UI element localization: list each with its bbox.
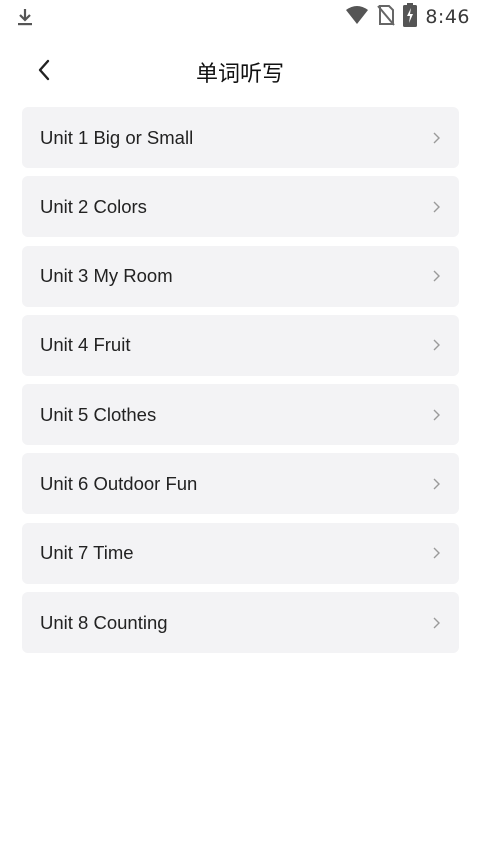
unit-label: Unit 1 Big or Small [40,126,194,148]
unit-item-6[interactable]: Unit 6 Outdoor Fun [22,453,459,515]
chevron-right-icon [433,270,440,282]
header: 单词听写 [0,44,480,96]
page-title: 单词听写 [195,62,284,87]
unit-label: Unit 5 Clothes [40,403,157,425]
unit-item-5[interactable]: Unit 5 Clothes [22,384,459,446]
unit-item-1[interactable]: Unit 1 Big or Small [22,107,459,168]
chevron-right-icon [433,547,440,559]
unit-item-4[interactable]: Unit 4 Fruit [22,314,459,376]
unit-label: Unit 2 Colors [40,195,147,217]
unit-label: Unit 6 Outdoor Fun [40,472,198,494]
status-icons: 8:46 [345,3,470,31]
unit-item-7[interactable]: Unit 7 Time [22,522,459,584]
no-sim-icon [377,4,396,30]
battery-charging-icon [403,3,418,31]
status-bar: 8:46 [0,0,480,34]
chevron-right-icon [433,478,440,490]
unit-label: Unit 7 Time [40,542,134,564]
download-icon [14,6,36,28]
unit-label: Unit 8 Counting [40,611,168,633]
status-time: 8:46 [425,6,470,28]
unit-item-3[interactable]: Unit 3 My Room [22,245,459,307]
chevron-right-icon [433,132,440,143]
unit-item-2[interactable]: Unit 2 Colors [22,176,459,238]
wifi-icon [345,5,369,29]
chevron-right-icon [433,201,440,213]
unit-label: Unit 3 My Room [40,265,173,287]
unit-label: Unit 4 Fruit [40,334,131,356]
chevron-right-icon [433,339,440,351]
chevron-right-icon [433,409,440,421]
unit-item-8[interactable]: Unit 8 Counting [22,592,459,654]
chevron-right-icon [433,617,440,629]
unit-list: Unit 1 Big or Small Unit 2 Colors Unit 3… [22,107,459,661]
